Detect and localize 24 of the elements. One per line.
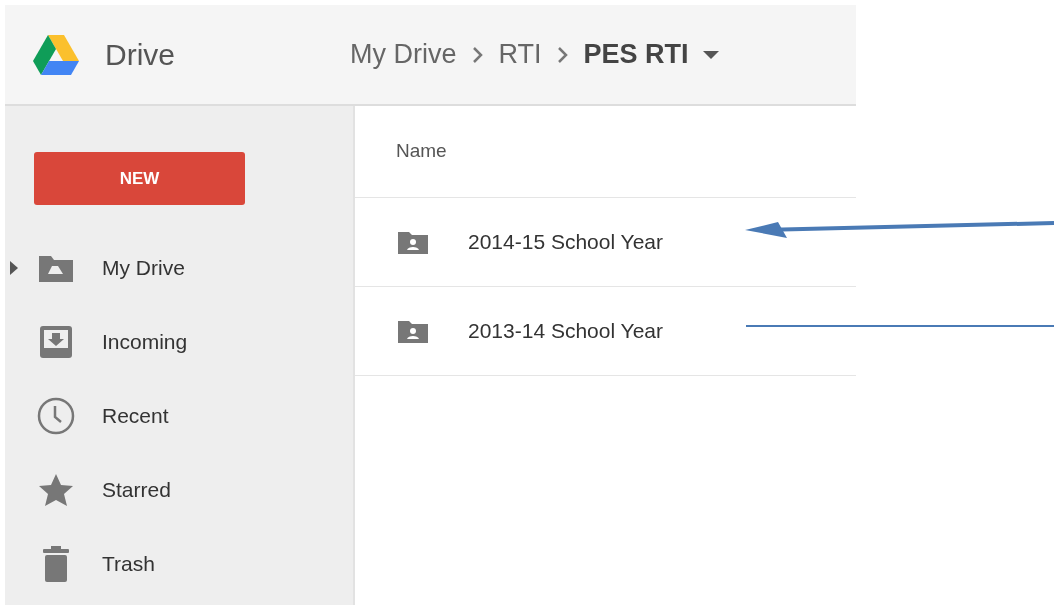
caret-icon[interactable] — [702, 50, 719, 59]
breadcrumb-item[interactable]: RTI — [498, 34, 542, 75]
sidebar-item[interactable]: Starred — [102, 474, 171, 506]
app-name: Drive — [105, 37, 175, 73]
trash-icon — [42, 546, 70, 582]
sidebar-item[interactable]: Recent — [102, 400, 169, 432]
file-name[interactable]: 2014-15 School Year — [468, 226, 663, 258]
chevron-icon — [470, 44, 485, 65]
breadcrumb-item[interactable]: My Drive — [350, 34, 457, 75]
clock-icon — [37, 397, 75, 435]
file-name[interactable]: 2013-14 School Year — [468, 315, 663, 347]
new-button[interactable]: NEW — [34, 152, 245, 205]
shared-folder-icon — [398, 319, 428, 343]
sidebar-item[interactable]: Incoming — [102, 326, 188, 358]
column-header[interactable]: Name — [396, 137, 447, 166]
sidebar-item[interactable]: My Drive — [102, 252, 185, 284]
expand-arrow-icon[interactable] — [10, 261, 18, 275]
drive-logo-icon — [33, 34, 79, 75]
chevron-icon — [555, 44, 570, 65]
breadcrumb-item[interactable]: PES RTI — [583, 34, 689, 75]
inbox-download-icon — [39, 325, 73, 359]
sidebar-item[interactable]: Trash — [102, 548, 155, 580]
star-icon — [38, 473, 74, 507]
shared-folder-icon — [398, 230, 428, 254]
